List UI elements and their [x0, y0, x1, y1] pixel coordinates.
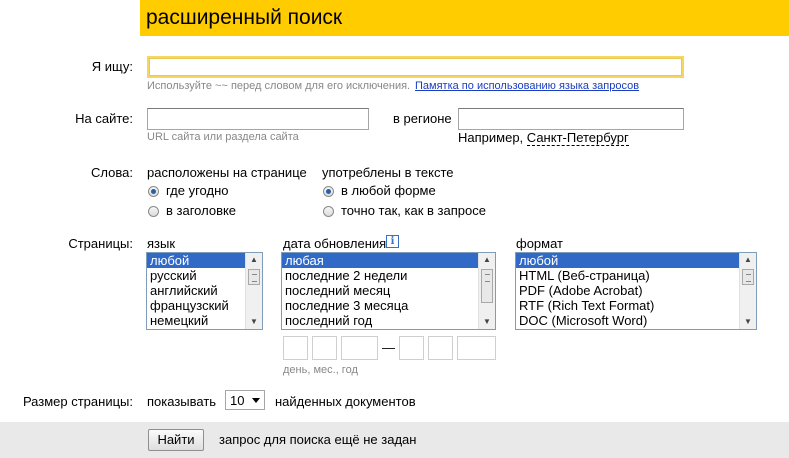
scroll-down-icon[interactable]: ▼ [740, 315, 756, 329]
region-example: Например, Санкт-Петербург [458, 130, 629, 146]
date-header: дата обновления [283, 236, 387, 251]
scroll-down-icon[interactable]: ▼ [479, 315, 495, 329]
date-listbox[interactable]: любая последние 2 недели последний месяц… [281, 252, 496, 330]
scroll-thumb[interactable] [248, 269, 260, 285]
format-items: любой HTML (Веб-страница) PDF (Adobe Acr… [516, 253, 739, 328]
language-option[interactable]: русский [147, 268, 245, 283]
region-example-prefix: Например, [458, 130, 524, 145]
query-syntax-link[interactable]: Памятка по использованию языка запросов [415, 80, 639, 92]
date-range-separator: — [382, 340, 395, 355]
date-from-year[interactable] [341, 336, 378, 360]
format-option[interactable]: любой [516, 253, 739, 268]
language-option[interactable]: французский [147, 298, 245, 313]
scroll-down-icon[interactable]: ▼ [246, 315, 262, 329]
radio-exact-form[interactable] [323, 206, 334, 217]
format-header: формат [516, 236, 563, 251]
radio-anywhere[interactable] [148, 186, 159, 197]
date-scrollbar[interactable]: ▲ ▼ [478, 253, 495, 329]
site-label: На сайте: [75, 111, 133, 126]
words-label: Слова: [91, 165, 133, 180]
date-option[interactable]: любая [282, 253, 478, 268]
query-hint: Используйте ~~ перед словом для его искл… [147, 80, 411, 92]
language-option[interactable]: любой [147, 253, 245, 268]
site-input[interactable] [147, 108, 369, 130]
radio-exact-form-label[interactable]: точно так, как в запросе [341, 203, 486, 218]
language-scrollbar[interactable]: ▲ ▼ [245, 253, 262, 329]
date-items: любая последние 2 недели последний месяц… [282, 253, 478, 328]
scroll-thumb[interactable] [481, 269, 493, 303]
page-title: расширенный поиск [146, 6, 343, 29]
format-listbox[interactable]: любой HTML (Веб-страница) PDF (Adobe Acr… [515, 252, 757, 330]
page-size-prefix: показывать [147, 394, 217, 409]
format-option[interactable]: PDF (Adobe Acrobat) [516, 283, 739, 298]
date-from-day[interactable] [283, 336, 308, 360]
format-option[interactable]: RTF (Rich Text Format) [516, 298, 739, 313]
page-size-label: Размер страницы: [22, 394, 133, 409]
query-input[interactable] [147, 56, 684, 78]
radio-in-title-label[interactable]: в заголовке [166, 203, 236, 218]
search-button[interactable]: Найти [148, 429, 204, 451]
language-items: любой русский английский французский нем… [147, 253, 245, 328]
words-location-header: расположены на странице [147, 165, 307, 180]
pages-label: Страницы: [68, 236, 133, 251]
date-to-day[interactable] [399, 336, 424, 360]
date-to-year[interactable] [457, 336, 496, 360]
language-option[interactable]: английский [147, 283, 245, 298]
date-to-month[interactable] [428, 336, 453, 360]
scroll-thumb[interactable] [742, 269, 754, 285]
radio-anywhere-label[interactable]: где угодно [166, 183, 228, 198]
language-header: язык [147, 236, 176, 251]
date-from-month[interactable] [312, 336, 337, 360]
radio-any-form[interactable] [323, 186, 334, 197]
query-label: Я ищу: [91, 59, 133, 74]
format-option[interactable]: DOC (Microsoft Word) [516, 313, 739, 328]
radio-in-title[interactable] [148, 206, 159, 217]
words-form-header: употреблены в тексте [322, 165, 454, 180]
radio-any-form-label[interactable]: в любой форме [341, 183, 436, 198]
query-status: запрос для поиска ещё не задан [219, 432, 417, 447]
format-option[interactable]: HTML (Веб-страница) [516, 268, 739, 283]
date-option[interactable]: последние 2 недели [282, 268, 478, 283]
date-range-hint: день, мес., год [283, 364, 358, 376]
language-option[interactable]: немецкий [147, 313, 245, 328]
date-option[interactable]: последний год [282, 313, 478, 328]
page-size-value: 10 [230, 393, 245, 408]
language-listbox[interactable]: любой русский английский французский нем… [146, 252, 263, 330]
site-hint: URL сайта или раздела сайта [147, 131, 299, 143]
date-option[interactable]: последний месяц [282, 283, 478, 298]
region-input[interactable] [458, 108, 684, 130]
info-icon[interactable]: i [386, 235, 399, 248]
page-size-suffix: найденных документов [275, 394, 416, 409]
scroll-up-icon[interactable]: ▲ [246, 253, 262, 267]
region-label: в регионе [393, 111, 452, 126]
date-option[interactable]: последние 3 месяца [282, 298, 478, 313]
region-example-link[interactable]: Санкт-Петербург [526, 130, 629, 146]
format-scrollbar[interactable]: ▲ ▼ [739, 253, 756, 329]
scroll-up-icon[interactable]: ▲ [479, 253, 495, 267]
scroll-up-icon[interactable]: ▲ [740, 253, 756, 267]
chevron-down-icon [252, 398, 260, 403]
page-size-select[interactable]: 10 [225, 390, 265, 410]
